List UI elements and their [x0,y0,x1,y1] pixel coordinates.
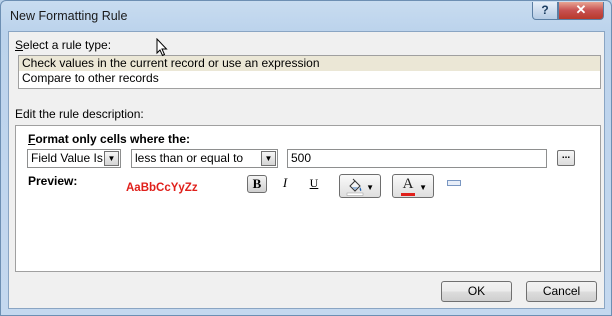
italic-button[interactable]: I [275,175,295,193]
chevron-down-icon: ▼ [419,183,427,192]
font-color-icon: A [399,177,417,197]
cancel-button[interactable]: Cancel [526,281,597,302]
preview-label: Preview: [28,174,78,188]
font-color-button[interactable]: A ▼ [392,174,434,198]
dialog-body: Select a rule type: Check values in the … [8,31,605,309]
conditional-format-icon [447,180,461,186]
expression-builder-button[interactable]: ... [557,150,575,166]
field-value-select[interactable]: Field Value Is ▼ [27,149,121,168]
mouse-cursor-icon [156,38,168,57]
field-value-select-value: Field Value Is [31,151,103,165]
ok-button[interactable]: OK [441,281,512,302]
operator-select[interactable]: less than or equal to ▼ [131,149,278,168]
dialog-title: New Formatting Rule [10,9,128,23]
value-input[interactable]: 500 [287,149,547,168]
close-button[interactable]: ✕ [558,2,604,20]
background-color-button[interactable]: ▼ [339,174,381,198]
close-icon: ✕ [575,2,587,17]
operator-select-value: less than or equal to [135,151,244,165]
new-formatting-rule-dialog: New Formatting Rule ? ✕ Select a rule ty… [0,0,612,316]
underline-button[interactable]: U [304,175,324,193]
preview-sample: AaBbCcYyZz [126,182,198,194]
help-icon: ? [541,3,549,17]
chevron-down-icon: ▼ [366,183,374,192]
title-bar[interactable]: New Formatting Rule ? ✕ [1,1,611,31]
font-color-swatch [401,193,415,196]
rule-type-item-compare[interactable]: Compare to other records [19,71,600,86]
rule-type-label: Select a rule type: [15,38,112,52]
paint-bucket-icon [346,178,364,196]
rule-description-label: Edit the rule description: [15,107,144,121]
chevron-down-icon[interactable]: ▼ [104,151,119,166]
format-condition-label: Format only cells where the: [28,132,191,146]
rule-description-panel: Format only cells where the: Field Value… [15,125,601,272]
bold-button[interactable]: B [247,175,267,193]
rule-type-list[interactable]: Check values in the current record or us… [18,55,601,89]
rule-type-item-expression[interactable]: Check values in the current record or us… [19,56,600,71]
chevron-down-icon[interactable]: ▼ [261,151,276,166]
help-button[interactable]: ? [532,2,558,20]
